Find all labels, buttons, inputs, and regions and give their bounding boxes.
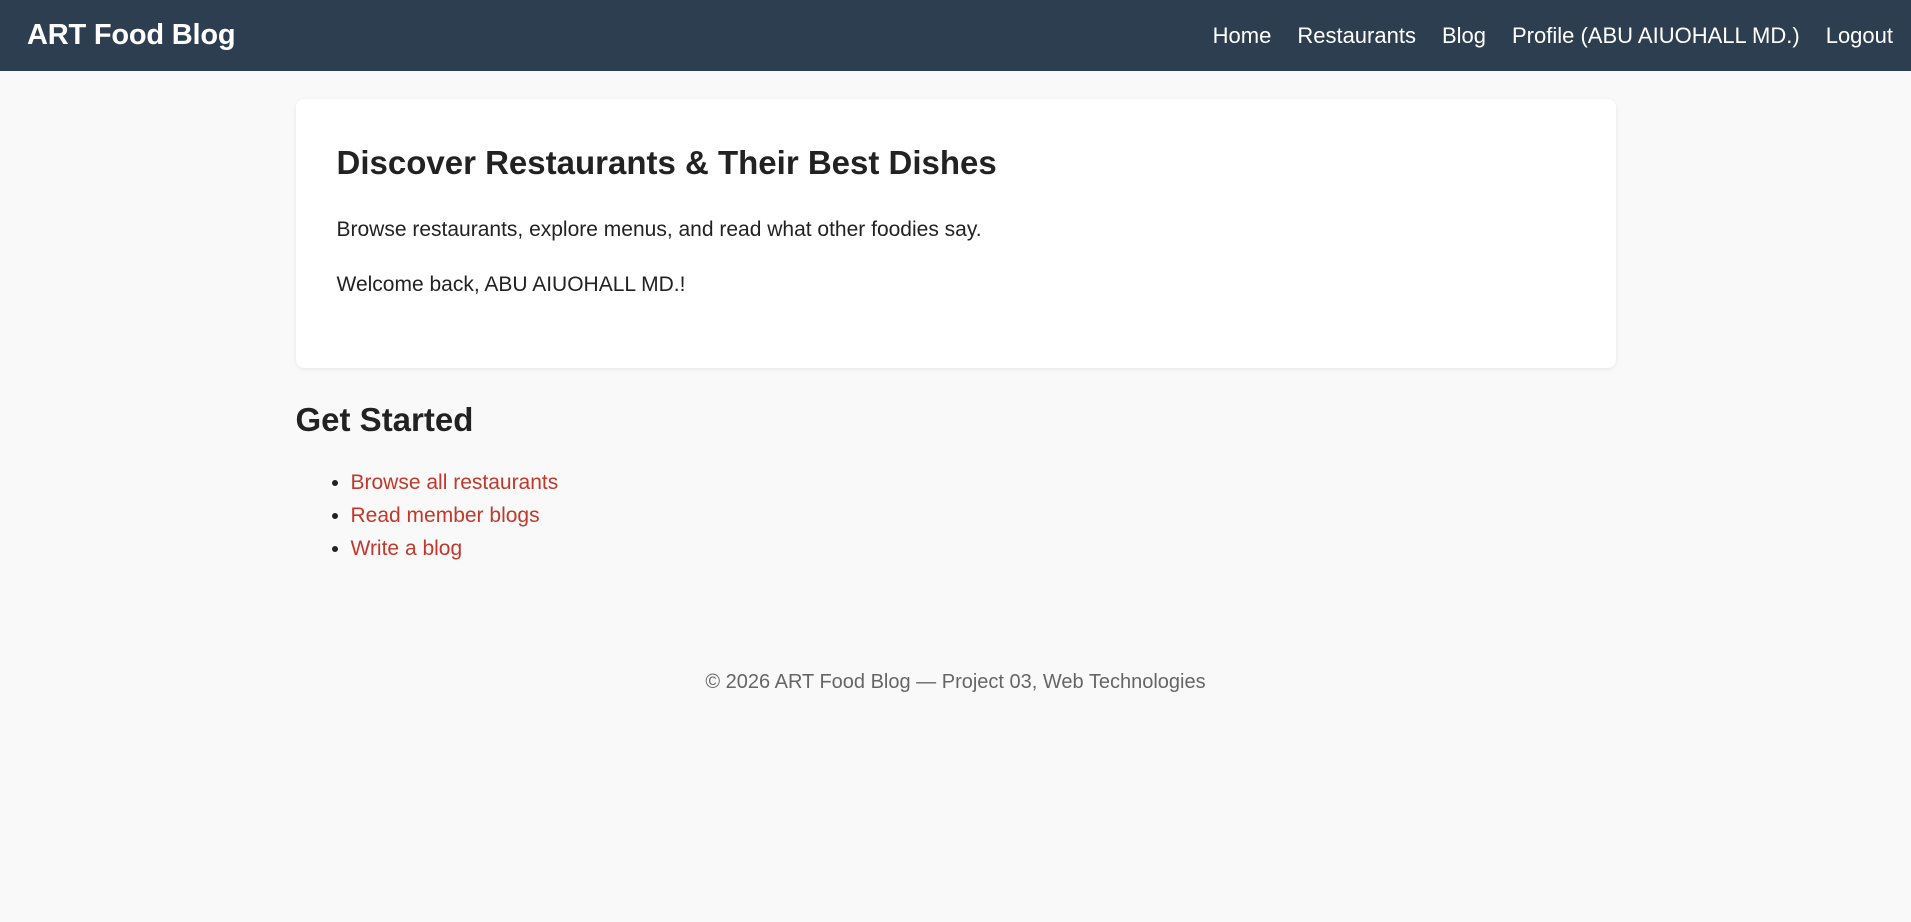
get-started-heading: Get Started (295, 401, 474, 438)
main-content: Discover Restaurants & Their Best Dishes… (295, 71, 1616, 694)
nav-link-logout[interactable]: Logout (1826, 23, 1893, 49)
get-started-list: Browse all restaurants Read member blogs… (296, 466, 1616, 565)
nav-link-profile[interactable]: Profile (ABU AIUOHALL MD.) (1512, 23, 1800, 49)
list-item: Write a blog (351, 532, 1616, 565)
top-navbar: ART Food Blog Home Restaurants Blog Prof… (0, 0, 1911, 71)
read-blogs-link[interactable]: Read member blogs (351, 504, 540, 527)
list-item: Read member blogs (351, 499, 1616, 532)
nav-link-home[interactable]: Home (1213, 23, 1272, 49)
hero-card: Discover Restaurants & Their Best Dishes… (295, 99, 1616, 368)
hero-title: Discover Restaurants & Their Best Dishes (336, 144, 997, 181)
welcome-message: Welcome back, ABU AIUOHALL MD.! (336, 273, 686, 297)
page-footer: © 2026 ART Food Blog — Project 03, Web T… (705, 671, 1206, 694)
hero-subtitle: Browse restaurants, explore menus, and r… (336, 218, 982, 242)
list-item: Browse all restaurants (351, 466, 1616, 499)
nav-link-blog[interactable]: Blog (1442, 23, 1486, 49)
nav-link-restaurants[interactable]: Restaurants (1297, 23, 1416, 49)
main-nav: Home Restaurants Blog Profile (ABU AIUOH… (1187, 23, 1893, 49)
browse-restaurants-link[interactable]: Browse all restaurants (351, 471, 559, 494)
brand-logo-link[interactable]: ART Food Blog (27, 19, 236, 52)
write-blog-link[interactable]: Write a blog (351, 537, 463, 560)
